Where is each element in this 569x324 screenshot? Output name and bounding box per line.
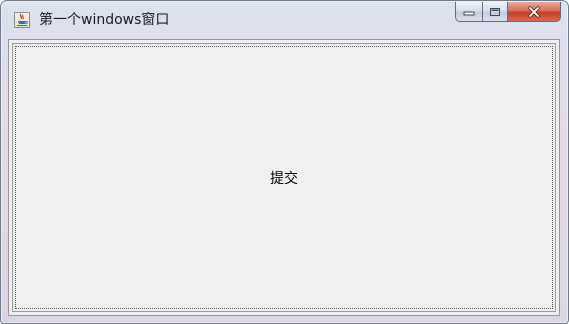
maximize-icon bbox=[490, 7, 500, 16]
window-title: 第一个windows窗口 bbox=[39, 12, 170, 28]
close-icon bbox=[528, 5, 540, 18]
java-cup-icon[interactable] bbox=[14, 12, 30, 28]
submit-button-label: 提交 bbox=[270, 171, 298, 187]
submit-button[interactable]: 提交 bbox=[12, 43, 556, 312]
title-bar[interactable]: 第一个windows窗口 bbox=[1, 1, 568, 39]
app-window: 第一个windows窗口 提交 bbox=[0, 0, 569, 324]
close-button[interactable] bbox=[508, 2, 561, 22]
maximize-button[interactable] bbox=[482, 2, 508, 22]
minimize-button[interactable] bbox=[455, 2, 482, 22]
minimize-icon bbox=[463, 11, 475, 15]
caption-buttons bbox=[455, 2, 561, 22]
